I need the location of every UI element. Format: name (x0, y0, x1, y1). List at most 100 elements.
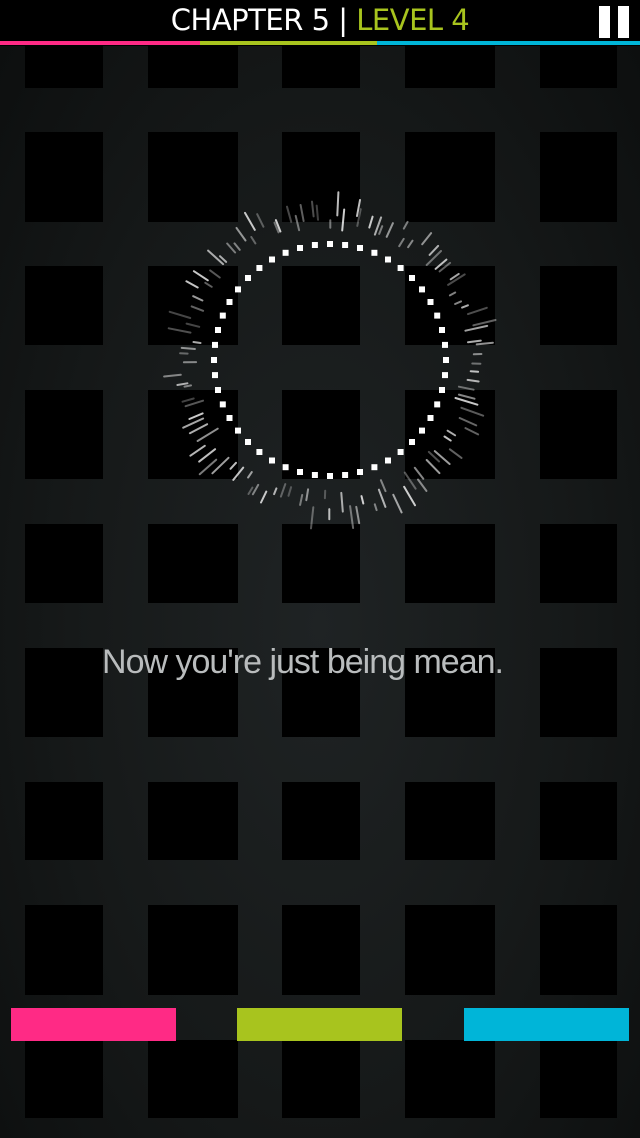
grid-cell (540, 132, 617, 222)
grid-cell (25, 1040, 103, 1118)
ring-spark (398, 237, 405, 248)
grid-cell (148, 905, 238, 995)
grid-cell (540, 1040, 617, 1118)
grid-cell (540, 524, 617, 603)
ring-spark (379, 479, 387, 493)
ring-spark (464, 324, 489, 332)
target-ring[interactable] (160, 190, 500, 530)
grid-cell (148, 524, 238, 603)
grid-cell (540, 40, 617, 88)
ring-spark (448, 448, 463, 459)
ring-spark (190, 305, 205, 312)
ring-dot (256, 449, 263, 455)
ring-dot (311, 472, 318, 478)
ring-dot (245, 439, 251, 445)
ring-spark (341, 208, 346, 232)
grid-cell (148, 1040, 238, 1118)
ring-spark (192, 270, 209, 282)
ring-spark (244, 211, 256, 231)
ring-dot (327, 473, 333, 479)
ring-spark (182, 417, 205, 429)
ring-spark (310, 506, 315, 530)
grid-cell (25, 782, 103, 860)
header: CHAPTER 5 | LEVEL 4 (0, 0, 640, 46)
ring-spark (273, 487, 278, 496)
ring-dot (226, 299, 233, 305)
ring-dot (211, 357, 217, 363)
ring-spark (458, 417, 478, 427)
ring-dot (219, 312, 226, 319)
grid-cell (282, 1040, 360, 1118)
ring-spark (340, 491, 344, 513)
grid-cell (148, 40, 238, 88)
ring-spark (226, 242, 237, 254)
ring-spark (402, 220, 409, 230)
ring-dot (439, 387, 445, 393)
ring-spark (287, 486, 293, 497)
ring-spark (413, 466, 425, 480)
ring-spark (181, 397, 195, 403)
ring-dot (297, 469, 303, 475)
ring-spark (385, 222, 394, 238)
ring-dot (409, 275, 415, 281)
ring-spark (403, 471, 417, 490)
pause-button[interactable] (596, 4, 632, 40)
ring-dot (269, 256, 275, 263)
ring-spark (349, 505, 355, 529)
ring-spark (168, 310, 192, 319)
ring-dot (297, 245, 303, 251)
taunt-message: Now you're just being mean. (102, 643, 504, 681)
ring-dot (419, 286, 425, 293)
ring-spark (184, 399, 204, 408)
ring-spark (360, 495, 365, 505)
ring-dot (235, 427, 241, 434)
ring-spark (443, 435, 452, 442)
ring-spark (183, 384, 192, 388)
ring-spark (433, 450, 451, 465)
ring-spark (299, 494, 304, 506)
ring-spark (417, 478, 428, 492)
ring-dot (212, 341, 218, 348)
ring-spark (461, 304, 469, 309)
grid-cell (25, 40, 103, 88)
ring-dot (427, 415, 434, 421)
ring-spark (185, 322, 201, 328)
title-separator: | (338, 3, 357, 37)
ring-dot (342, 472, 349, 478)
ring-dot (427, 299, 434, 305)
ring-spark (247, 486, 254, 495)
ring-spark (407, 239, 414, 249)
ring-dot (219, 401, 226, 408)
ring-spark (403, 485, 416, 507)
ring-dot (215, 387, 221, 393)
header-bar-pink (0, 41, 200, 45)
ring-spark (209, 269, 221, 279)
ring-dot (226, 415, 233, 421)
blue-color-button[interactable] (464, 1008, 629, 1041)
ring-spark (421, 232, 433, 246)
pink-color-button[interactable] (11, 1008, 176, 1041)
ring-spark (247, 471, 253, 479)
ring-spark (286, 205, 293, 223)
ring-spark (457, 385, 475, 391)
ring-dot (357, 245, 363, 251)
ring-spark (196, 427, 219, 442)
ring-dot (212, 372, 218, 379)
header-color-bar (0, 41, 640, 45)
ring-dot (256, 265, 263, 271)
ring-spark (446, 429, 457, 437)
ring-dot (443, 357, 449, 363)
chapter-label: CHAPTER 5 (170, 3, 330, 37)
ring-spark (188, 412, 204, 420)
ring-spark (425, 250, 442, 266)
ring-dot (397, 265, 404, 271)
grid-cell (540, 390, 617, 479)
ring-dot (409, 439, 415, 445)
ring-dot (439, 327, 445, 333)
green-color-button[interactable] (237, 1008, 402, 1041)
ring-dot (215, 327, 221, 333)
ring-spark (229, 461, 237, 470)
ring-spark (464, 427, 480, 436)
ring-spark (256, 213, 265, 228)
ring-spark (428, 244, 440, 256)
